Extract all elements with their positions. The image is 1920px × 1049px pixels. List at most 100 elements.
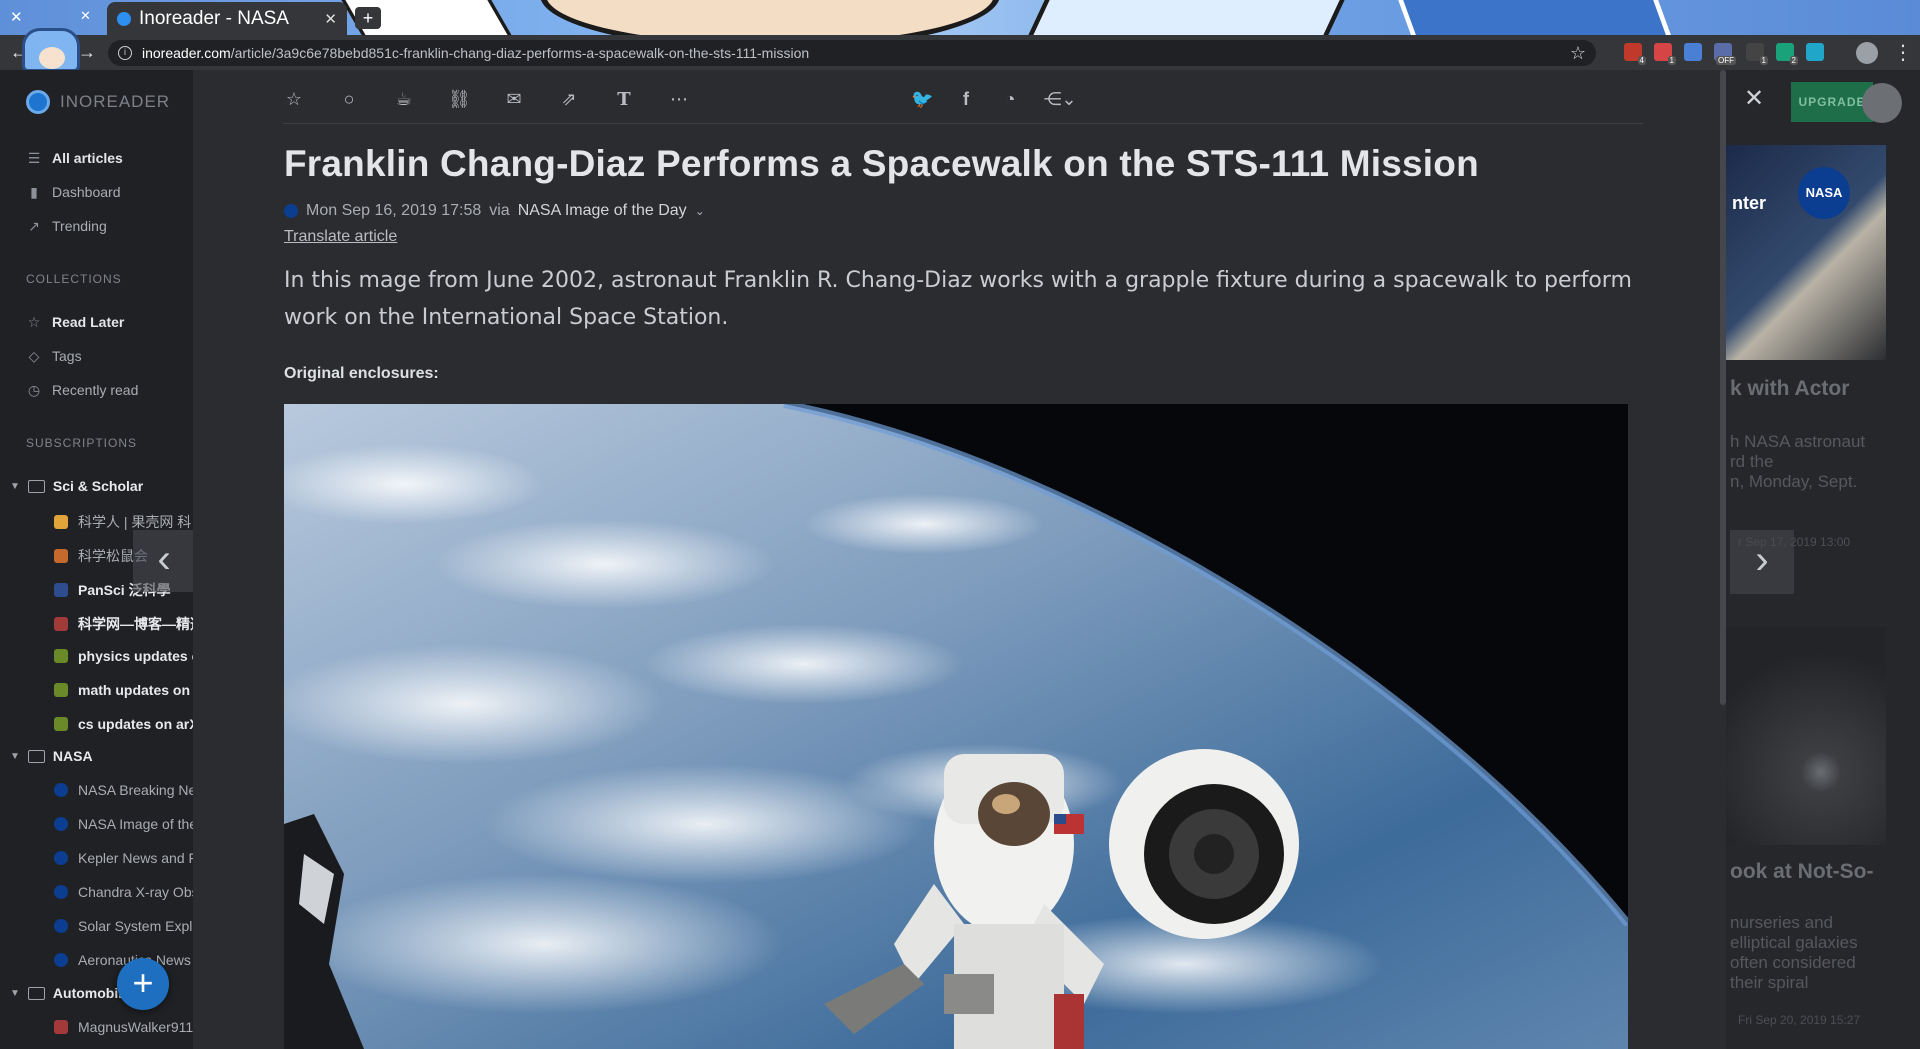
tab-close-icon[interactable]: ✕: [324, 10, 337, 28]
article-title[interactable]: Franklin Chang-Diaz Performs a Spacewalk…: [284, 143, 1479, 185]
sidebar-item-dashboard[interactable]: ▮ Dashboard: [26, 184, 120, 200]
chevron-down-icon[interactable]: ▼: [10, 751, 20, 762]
inoreader-logo[interactable]: INOREADER: [26, 90, 170, 114]
close-icon[interactable]: ✕: [80, 8, 91, 24]
ublock-icon[interactable]: 4: [1624, 43, 1646, 65]
feed-item[interactable]: 科学人 | 果壳网 科: [54, 512, 195, 532]
feed-item[interactable]: Kepler News and Features: [54, 850, 195, 866]
share-icon[interactable]: ⋲⌄: [1043, 89, 1077, 110]
feed-favicon-icon: [54, 549, 68, 563]
close-icon[interactable]: ✕: [10, 8, 23, 26]
translate-article-link[interactable]: Translate article: [284, 228, 397, 246]
chevron-down-icon[interactable]: ▼: [10, 988, 20, 999]
open-external-icon[interactable]: ⇗: [558, 89, 580, 110]
site-info-icon[interactable]: i: [118, 46, 132, 60]
sidebar-item-tags[interactable]: ◇ Tags: [26, 348, 82, 364]
add-subscription-button[interactable]: +: [117, 958, 169, 1010]
email-icon[interactable]: ✉: [503, 89, 525, 110]
feed-favicon-icon: [54, 617, 68, 631]
feed-favicon-icon: [54, 583, 68, 597]
search-ext-icon[interactable]: [1806, 43, 1824, 61]
text-view-icon[interactable]: T: [613, 89, 635, 110]
browser-tab-strip: ✕ ✕ Inoreader - NASA ✕ +: [0, 0, 1920, 35]
feed-item[interactable]: NASA Image of the Day: [54, 816, 195, 832]
feed-favicon-icon: [54, 1020, 68, 1034]
address-bar[interactable]: i inoreader.com/article/3a9c6e78bebd851c…: [108, 40, 1596, 66]
article-card-snippet: rd the: [1730, 452, 1774, 471]
sidebar: INOREADER ☰ All articles ▮ Dashboard ↗ T…: [0, 70, 195, 1049]
article-date: Mon Sep 16, 2019 17:58: [306, 202, 482, 219]
folder-automobile[interactable]: ▼ Automobile: [10, 985, 130, 1001]
feed-favicon-icon: [54, 515, 68, 529]
folder-sci-scholar[interactable]: ▼ Sci & Scholar: [10, 478, 143, 494]
article-thumbnail[interactable]: nter NASA: [1726, 145, 1886, 360]
extension-badge: OFF: [1716, 56, 1736, 65]
facebook-icon[interactable]: f: [955, 89, 977, 110]
feed-favicon-icon: [54, 717, 68, 731]
nasa-favicon-icon: [54, 817, 68, 831]
sidebar-item-all-articles[interactable]: ☰ All articles: [26, 150, 123, 166]
feed-item[interactable]: MagnusWalker911: [54, 1019, 195, 1035]
collections-heading: COLLECTIONS: [26, 272, 122, 286]
extension-green-icon[interactable]: 2: [1776, 43, 1798, 65]
feed-item[interactable]: cs updates on arXiv: [54, 716, 195, 732]
sidebar-item-read-later[interactable]: ☆ Read Later: [26, 314, 125, 330]
article-card-title[interactable]: k with Actor: [1730, 377, 1849, 401]
feed-item[interactable]: 科学网—博客—精选: [54, 614, 195, 634]
more-options-icon[interactable]: ⋯: [668, 89, 690, 110]
article-scrollbar[interactable]: [1720, 70, 1726, 705]
feed-item[interactable]: NASA Breaking News: [54, 782, 195, 798]
next-article-arrow[interactable]: ›: [1730, 530, 1794, 594]
feed-item[interactable]: math updates on arXiv: [54, 682, 195, 698]
star-icon[interactable]: ☆: [283, 89, 305, 110]
inoreader-app: INOREADER ☰ All articles ▮ Dashboard ↗ T…: [0, 70, 1920, 1049]
article-thumbnail[interactable]: [1726, 627, 1886, 845]
article-card-date: Fri Sep 20, 2019 15:27: [1738, 1013, 1861, 1027]
article-source-link[interactable]: NASA Image of the Day: [518, 202, 687, 220]
user-avatar[interactable]: [1862, 83, 1902, 123]
article-card-title[interactable]: ook at Not-So-: [1730, 860, 1873, 884]
extension-dark-icon[interactable]: 1: [1746, 43, 1768, 65]
link-icon[interactable]: ⛓: [448, 89, 471, 110]
vpn-icon[interactable]: OFF: [1714, 43, 1736, 65]
upgrade-button[interactable]: UPGRADE: [1791, 82, 1873, 122]
inoreader-logo-icon: [26, 90, 50, 114]
tag-icon: ◇: [28, 348, 40, 364]
sidebar-item-recently-read[interactable]: ◷ Recently read: [26, 382, 139, 398]
sidebar-item-trending[interactable]: ↗ Trending: [26, 218, 107, 234]
article-meta: Mon Sep 16, 2019 17:58 via NASA Image of…: [284, 202, 705, 220]
browser-tab-active[interactable]: Inoreader - NASA ✕: [107, 2, 347, 35]
nasa-favicon-icon: [54, 919, 68, 933]
bookmark-star-icon[interactable]: ☆: [1570, 43, 1586, 64]
theme-decoration: [540, 0, 1000, 35]
tab-title: Inoreader - NASA: [139, 7, 289, 29]
feed-item[interactable]: physics updates on arXiv: [54, 648, 195, 664]
chevron-down-icon[interactable]: ⌄: [695, 204, 705, 218]
chevron-down-icon[interactable]: ▼: [10, 481, 20, 492]
nasa-favicon-icon: [284, 204, 298, 218]
browser-menu-icon[interactable]: ⋮: [1893, 40, 1913, 65]
twitter-icon[interactable]: 🐦: [911, 89, 933, 110]
extension-red-icon[interactable]: 1: [1654, 43, 1676, 65]
read-later-cup-icon[interactable]: ☕: [393, 89, 415, 110]
nasa-favicon-icon: [54, 851, 68, 865]
close-article-icon[interactable]: ✕: [1744, 84, 1764, 113]
mark-unread-circle-icon[interactable]: ○: [338, 89, 360, 110]
previous-article-arrow[interactable]: ‹: [133, 530, 195, 592]
folder-icon: [27, 479, 45, 493]
new-tab-button[interactable]: +: [355, 7, 381, 29]
article-card-snippet: their spiral: [1730, 973, 1809, 992]
subscriptions-heading: SUBSCRIPTIONS: [26, 436, 138, 450]
enclosures-label: Original enclosures:: [284, 365, 439, 382]
translate-icon[interactable]: [1684, 43, 1702, 61]
nasa-favicon-icon: [54, 885, 68, 899]
profile-avatar[interactable]: [1856, 42, 1878, 64]
folder-nasa[interactable]: ▼ NASA: [10, 748, 93, 764]
url-text[interactable]: inoreader.com/article/3a9c6e78bebd851c-f…: [142, 45, 1570, 61]
theme-decoration: [1026, 0, 1354, 35]
feed-item[interactable]: Solar System Exploration: [54, 918, 195, 934]
extension-badge: 4: [1637, 56, 1646, 65]
feed-item[interactable]: Chandra X-ray Observatory: [54, 884, 195, 900]
spacewalk-photo[interactable]: [284, 404, 1628, 1049]
messenger-icon[interactable]: ◔: [999, 89, 1021, 110]
